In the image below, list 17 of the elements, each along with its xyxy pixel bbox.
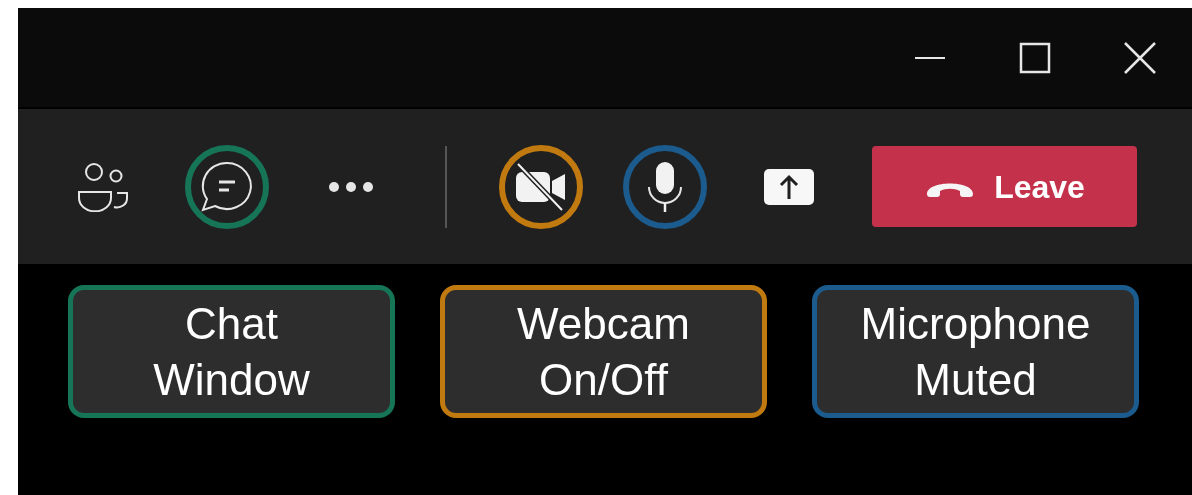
camera-button[interactable] <box>499 144 583 229</box>
microphone-button[interactable] <box>623 144 707 229</box>
chat-button[interactable] <box>185 144 269 229</box>
callout-text: Chat <box>185 297 278 350</box>
callout-text: Microphone <box>860 297 1091 350</box>
callout-text: Window <box>153 353 310 406</box>
more-icon <box>328 180 374 193</box>
callout-text: Muted <box>914 353 1037 406</box>
maximize-icon[interactable] <box>1019 41 1051 74</box>
callout-text: Webcam <box>517 297 690 350</box>
microphone-icon <box>645 160 685 213</box>
leave-button[interactable]: Leave <box>872 146 1137 227</box>
people-icon <box>76 161 130 212</box>
close-icon[interactable] <box>1124 41 1156 74</box>
chat-icon <box>199 160 255 213</box>
callout-text: On/Off <box>539 353 668 406</box>
share-screen-icon <box>763 167 815 206</box>
